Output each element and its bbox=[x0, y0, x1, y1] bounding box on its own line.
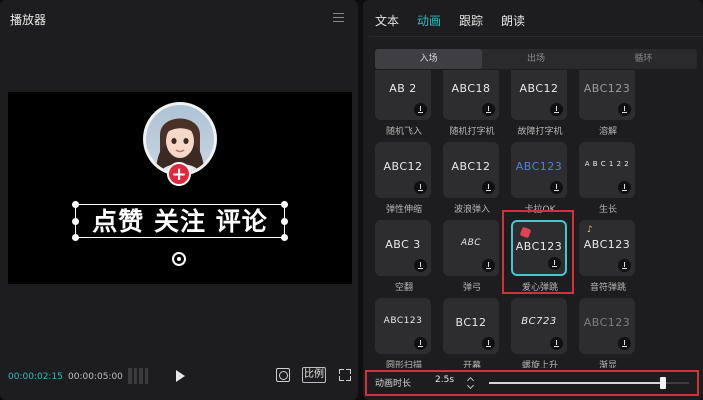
effect-item[interactable]: ABC12 弹性伸缩 bbox=[375, 142, 433, 215]
panel-tabs: 文本 动画 跟踪 朗读 bbox=[375, 12, 525, 29]
effect-thumbnail: ABC 3 bbox=[375, 220, 431, 276]
tab-tracking[interactable]: 跟踪 bbox=[459, 12, 483, 29]
avatar: + bbox=[143, 102, 217, 186]
effect-thumbnail: ABC12 bbox=[375, 142, 431, 198]
effect-item[interactable]: ABC123 溶解 bbox=[579, 70, 637, 137]
effect-thumbnail: ABC12 bbox=[443, 142, 499, 198]
player-title: 播放器 bbox=[10, 13, 47, 27]
current-time: 00:00:02:15 bbox=[8, 372, 63, 382]
effect-item[interactable]: ABC 3 空翻 bbox=[375, 220, 433, 293]
menu-icon[interactable] bbox=[333, 13, 344, 22]
overlay-text: 点赞 关注 评论 bbox=[92, 207, 268, 236]
download-icon[interactable] bbox=[482, 337, 495, 350]
download-icon[interactable] bbox=[482, 181, 495, 194]
play-icon[interactable] bbox=[176, 370, 185, 382]
follow-plus-icon[interactable]: + bbox=[167, 162, 191, 186]
effect-thumbnail: ABC12 bbox=[511, 70, 567, 120]
fullscreen-icon[interactable] bbox=[339, 369, 351, 381]
effect-thumbnail: AB 2 bbox=[375, 70, 431, 120]
effect-thumbnail: ABC18 bbox=[443, 70, 499, 120]
effect-item[interactable]: BC12 开幕 bbox=[443, 298, 501, 368]
effect-item[interactable]: ABC123 渐显 bbox=[579, 298, 637, 368]
effect-item[interactable]: BC723 螺旋上升 bbox=[511, 298, 569, 368]
effect-item[interactable]: A B C 1 2 2 生长 bbox=[579, 142, 637, 215]
effect-item[interactable]: ABC123 圆形扫描 bbox=[375, 298, 433, 368]
effect-thumbnail: ABC123 bbox=[579, 70, 635, 120]
download-icon[interactable] bbox=[414, 103, 427, 116]
tab-read-aloud[interactable]: 朗读 bbox=[501, 12, 525, 29]
download-icon[interactable] bbox=[550, 181, 563, 194]
effect-item[interactable]: ABC12 波浪弹入 bbox=[443, 142, 501, 215]
segment-in[interactable]: 入场 bbox=[375, 49, 483, 69]
tab-text[interactable]: 文本 bbox=[375, 12, 399, 29]
effect-item[interactable]: ABC123 卡拉OK bbox=[511, 142, 569, 215]
highlight-box-effect bbox=[502, 210, 574, 294]
download-icon[interactable] bbox=[618, 103, 631, 116]
effect-thumbnail: ABC bbox=[443, 220, 499, 276]
music-note-icon: ♪ bbox=[587, 225, 593, 235]
effect-item[interactable]: ♪ ABC123 音符弹跳 bbox=[579, 220, 637, 293]
download-icon[interactable] bbox=[482, 103, 495, 116]
segment-out[interactable]: 出场 bbox=[482, 49, 589, 69]
effect-item[interactable]: ABC18 随机打字机 bbox=[443, 70, 501, 137]
segment-loop[interactable]: 循环 bbox=[590, 49, 697, 69]
fit-screen-icon[interactable] bbox=[276, 368, 290, 382]
download-icon[interactable] bbox=[414, 337, 427, 350]
tab-divider bbox=[369, 36, 703, 37]
download-icon[interactable] bbox=[550, 337, 563, 350]
properties-panel: 文本 动画 跟踪 朗读 入场 出场 循环 AB 2 随机飞入 ABC18 随机打… bbox=[363, 0, 703, 400]
download-icon[interactable] bbox=[414, 259, 427, 272]
highlight-box-duration bbox=[365, 370, 699, 396]
download-icon[interactable] bbox=[618, 259, 631, 272]
download-icon[interactable] bbox=[550, 103, 563, 116]
download-icon[interactable] bbox=[482, 259, 495, 272]
text-selection-box[interactable]: 点赞 关注 评论 bbox=[72, 201, 288, 241]
total-time: 00:00:05:00 bbox=[68, 372, 123, 382]
effect-thumbnail: ABC123 bbox=[579, 298, 635, 354]
waveform-icon[interactable] bbox=[128, 368, 148, 384]
download-icon[interactable] bbox=[618, 337, 631, 350]
effect-item[interactable]: ABC 弹弓 bbox=[443, 220, 501, 293]
download-icon[interactable] bbox=[414, 181, 427, 194]
effect-thumbnail: ♪ ABC123 bbox=[579, 220, 635, 276]
ratio-button[interactable]: 比例 bbox=[302, 367, 326, 383]
effect-thumbnail: A B C 1 2 2 bbox=[579, 142, 635, 198]
effect-thumbnail: BC723 bbox=[511, 298, 567, 354]
effect-thumbnail: ABC123 bbox=[375, 298, 431, 354]
download-icon[interactable] bbox=[618, 181, 631, 194]
effect-thumbnail: ABC123 bbox=[511, 142, 567, 198]
effect-item[interactable]: AB 2 随机飞入 bbox=[375, 70, 433, 137]
animation-type-switch: 入场 出场 循环 bbox=[375, 49, 697, 69]
preview-canvas[interactable]: + 点赞 关注 评论 bbox=[8, 92, 352, 284]
rotate-icon[interactable] bbox=[172, 252, 186, 266]
tab-animation[interactable]: 动画 bbox=[417, 12, 441, 29]
effect-thumbnail: BC12 bbox=[443, 298, 499, 354]
effect-item[interactable]: ABC12 故障打字机 bbox=[511, 70, 569, 137]
player-panel: 播放器 + 点赞 关注 评论 00:00:02:15 00:00:05:00 比… bbox=[0, 0, 358, 400]
